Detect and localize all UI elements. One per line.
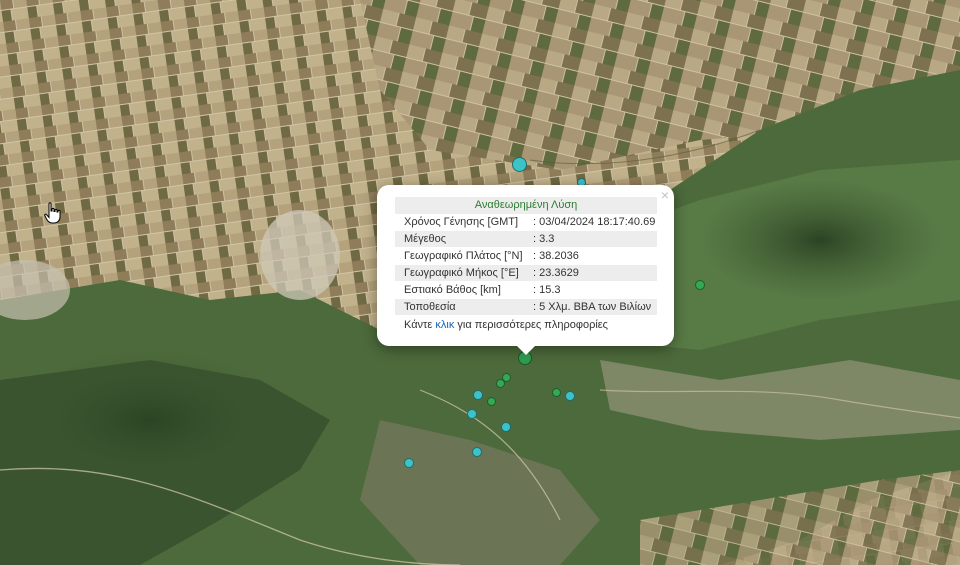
more-info-prefix: Κάντε xyxy=(404,319,436,331)
info-label: Εστιακό Βάθος [km] xyxy=(404,284,501,296)
earthquake-marker[interactable] xyxy=(565,391,575,401)
earthquake-marker[interactable] xyxy=(404,458,414,468)
info-row-magnitude: Μέγεθος : 3.3 xyxy=(395,231,657,247)
info-value: : 23.3629 xyxy=(533,267,579,279)
hand-pointer-icon xyxy=(44,202,61,224)
info-value: : 38.2036 xyxy=(533,250,579,262)
earthquake-marker[interactable] xyxy=(552,388,561,397)
earthquake-marker[interactable] xyxy=(487,397,496,406)
info-row-longitude: Γεωγραφικό Μήκος [°E] : 23.3629 xyxy=(395,265,657,281)
more-info-link[interactable]: κλικ xyxy=(435,319,454,331)
earthquake-marker[interactable] xyxy=(473,390,483,400)
close-icon[interactable]: × xyxy=(661,187,669,203)
info-value: : 15.3 xyxy=(533,284,561,296)
info-label: Τοποθεσία xyxy=(404,301,456,313)
info-label: Γεωγραφικό Μήκος [°E] xyxy=(404,267,519,279)
earthquake-info-popup: × Αναθεωρημένη Λύση Χρόνος Γένησης [GMT]… xyxy=(377,185,674,355)
earthquake-marker[interactable] xyxy=(695,280,705,290)
earthquake-marker[interactable] xyxy=(512,157,527,172)
popup-title: Αναθεωρημένη Λύση xyxy=(395,197,657,214)
info-value: : 3.3 xyxy=(533,233,555,245)
more-info-suffix: για περισσότερες πληροφορίες xyxy=(454,319,608,331)
earthquake-marker[interactable] xyxy=(501,422,511,432)
info-label: Χρόνος Γένησης [GMT] xyxy=(404,216,519,228)
info-row-location: Τοποθεσία : 5 Χλμ. ΒΒΑ των Βιλίων xyxy=(395,299,657,315)
info-value: : 03/04/2024 18:17:40.69 xyxy=(533,216,656,228)
info-label: Γεωγραφικό Πλάτος [°N] xyxy=(404,250,523,262)
info-label: Μέγεθος xyxy=(404,233,447,245)
earthquake-marker[interactable] xyxy=(496,379,505,388)
info-row-depth: Εστιακό Βάθος [km] : 15.3 xyxy=(395,282,657,298)
info-value: : 5 Χλμ. ΒΒΑ των Βιλίων xyxy=(533,301,652,313)
earthquake-marker[interactable] xyxy=(472,447,482,457)
more-info-text: Κάντε κλικ για περισσότερες πληροφορίες xyxy=(404,317,608,333)
popup-tip xyxy=(516,345,536,355)
info-row-origin-time: Χρόνος Γένησης [GMT] : 03/04/2024 18:17:… xyxy=(395,214,657,230)
info-row-latitude: Γεωγραφικό Πλάτος [°N] : 38.2036 xyxy=(395,248,657,264)
earthquake-marker[interactable] xyxy=(467,409,477,419)
